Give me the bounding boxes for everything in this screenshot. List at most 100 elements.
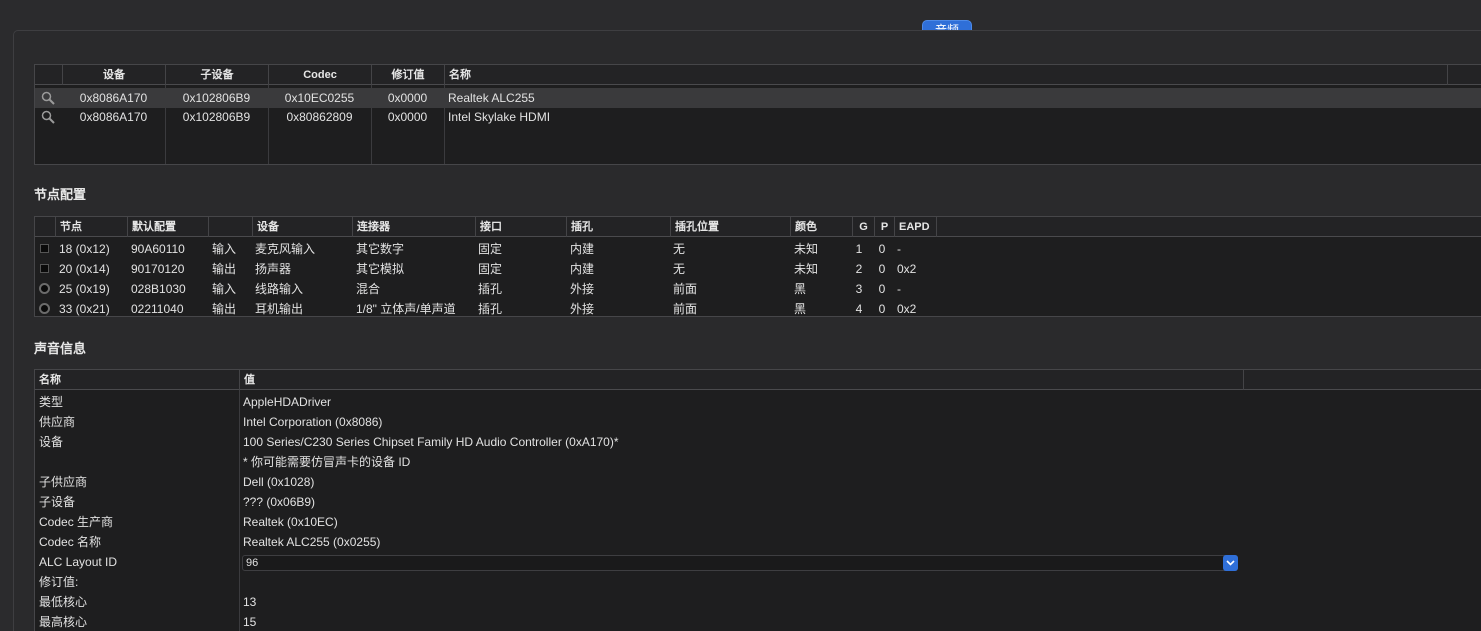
info-name: Codec 名称	[39, 535, 102, 549]
col-jack[interactable]: 插孔	[566, 217, 670, 237]
col-connector[interactable]: 连接器	[352, 217, 475, 237]
device-row[interactable]: 0x8086A170 0x102806B9 0x80862809 0x0000 …	[35, 107, 1481, 127]
node-config: 90170120	[131, 262, 185, 276]
col-g[interactable]: G	[852, 217, 874, 237]
node-location: 前面	[673, 302, 698, 316]
col-marker	[35, 217, 55, 237]
col-codec[interactable]: Codec	[268, 65, 371, 85]
info-name: 最低核心	[39, 595, 88, 609]
info-value: Intel Corporation (0x8086)	[243, 415, 383, 429]
col-device[interactable]: 设备	[252, 217, 352, 237]
info-value: 15	[243, 615, 257, 629]
info-row[interactable]: 最高核心 15	[35, 612, 1481, 631]
info-name: 设备	[39, 435, 64, 449]
device-name: Realtek ALC255	[448, 91, 535, 105]
col-filler	[1243, 370, 1481, 390]
col-eapd[interactable]: EAPD	[894, 217, 936, 237]
node-g: 2	[855, 262, 863, 276]
info-row[interactable]: * 你可能需要仿冒声卡的设备 ID	[35, 452, 1481, 472]
info-value: Realtek (0x10EC)	[243, 515, 338, 529]
node-color: 未知	[794, 242, 819, 256]
node-row[interactable]: 33 (0x21) 02211040 输出 耳机输出 1/8" 立体声/单声道 …	[35, 299, 1481, 316]
col-revision[interactable]: 修订值	[371, 65, 444, 85]
info-row[interactable]: 设备 100 Series/C230 Series Chipset Family…	[35, 432, 1481, 452]
info-name: 最高核心	[39, 615, 88, 629]
sound-info-table: 名称 值 类型 AppleHDADriver 供应商 Intel Corpora…	[34, 369, 1481, 631]
col-node[interactable]: 节点	[55, 217, 127, 237]
magnifier-icon[interactable]	[41, 110, 55, 124]
node-connector: 混合	[356, 282, 381, 296]
node-eapd: 0x2	[897, 262, 917, 276]
info-name: ALC Layout ID	[39, 555, 118, 569]
node-jack: 外接	[570, 282, 595, 296]
revision-value: 0x0000	[387, 91, 428, 105]
node-location: 无	[673, 242, 686, 256]
info-name	[39, 452, 237, 472]
node-id: 25 (0x19)	[59, 282, 110, 296]
node-row[interactable]: 18 (0x12) 90A60110 输入 麦克风输入 其它数字 固定 内建 无…	[35, 239, 1481, 259]
col-direction[interactable]	[208, 217, 252, 237]
col-subdevice[interactable]: 子设备	[165, 65, 268, 85]
layout-id-select[interactable]: 96	[242, 555, 1238, 571]
info-row[interactable]: 供应商 Intel Corporation (0x8086)	[35, 412, 1481, 432]
col-port[interactable]: 接口	[475, 217, 566, 237]
jack-node-icon	[39, 283, 50, 294]
info-name: 子设备	[39, 495, 76, 509]
info-row[interactable]: Codec 生产商 Realtek (0x10EC)	[35, 512, 1481, 532]
node-port: 插孔	[478, 282, 503, 296]
col-icon	[35, 65, 62, 85]
info-row[interactable]: 子供应商 Dell (0x1028)	[35, 472, 1481, 492]
info-name: 类型	[39, 395, 64, 409]
node-jack: 外接	[570, 302, 595, 316]
info-value: Realtek ALC255 (0x0255)	[243, 535, 381, 549]
info-row[interactable]: 最低核心 13	[35, 592, 1481, 612]
col-color[interactable]: 颜色	[790, 217, 852, 237]
device-id: 0x8086A170	[79, 110, 148, 124]
node-color: 未知	[794, 262, 819, 276]
node-config-header: 节点 默认配置 设备 连接器 接口 插孔 插孔位置 颜色 G P EAPD	[35, 217, 1481, 237]
chevron-down-icon[interactable]	[1223, 555, 1238, 571]
node-p: 0	[878, 282, 886, 296]
node-config: 90A60110	[131, 242, 185, 256]
magnifier-icon[interactable]	[41, 91, 55, 105]
col-location[interactable]: 插孔位置	[670, 217, 790, 237]
node-connector: 其它模拟	[356, 262, 405, 276]
col-name[interactable]: 名称	[35, 370, 239, 390]
codec-id: 0x10EC0255	[284, 91, 355, 105]
info-name: Codec 生产商	[39, 515, 114, 529]
info-row[interactable]: Codec 名称 Realtek ALC255 (0x0255)	[35, 532, 1481, 552]
info-value: ??? (0x06B9)	[243, 495, 316, 509]
col-value[interactable]: 值	[239, 370, 1243, 390]
node-location: 无	[673, 262, 686, 276]
device-name: Intel Skylake HDMI	[448, 110, 551, 124]
node-direction: 输出	[212, 262, 237, 276]
col-default-config[interactable]: 默认配置	[127, 217, 208, 237]
col-device[interactable]: 设备	[62, 65, 165, 85]
node-config: 02211040	[131, 302, 184, 316]
node-direction: 输入	[212, 282, 237, 296]
node-device: 麦克风输入	[255, 242, 316, 256]
node-color: 黑	[794, 302, 807, 316]
node-jack: 内建	[570, 242, 595, 256]
node-eapd: -	[897, 242, 901, 256]
jack-node-icon	[39, 303, 50, 314]
node-g: 1	[855, 242, 863, 256]
node-row[interactable]: 25 (0x19) 028B1030 输入 线路输入 混合 插孔 外接 前面 黑…	[35, 279, 1481, 299]
node-p: 0	[878, 262, 886, 276]
node-eapd: -	[897, 282, 901, 296]
info-row[interactable]: 修订值:	[35, 572, 1481, 592]
node-direction: 输入	[212, 242, 237, 256]
info-row[interactable]: 子设备 ??? (0x06B9)	[35, 492, 1481, 512]
info-row[interactable]: 类型 AppleHDADriver	[35, 392, 1481, 412]
col-p[interactable]: P	[874, 217, 894, 237]
info-note: * 你可能需要仿冒声卡的设备 ID	[243, 455, 411, 469]
col-name[interactable]: 名称	[444, 65, 1447, 85]
info-name: 供应商	[39, 415, 76, 429]
node-id: 33 (0x21)	[59, 302, 110, 316]
device-id: 0x8086A170	[79, 91, 148, 105]
node-port: 插孔	[478, 302, 503, 316]
node-row[interactable]: 20 (0x14) 90170120 输出 扬声器 其它模拟 固定 内建 无 未…	[35, 259, 1481, 279]
device-row[interactable]: 0x8086A170 0x102806B9 0x10EC0255 0x0000 …	[35, 88, 1481, 108]
col-extra	[1447, 65, 1481, 85]
sound-info-header: 名称 值	[35, 370, 1481, 390]
